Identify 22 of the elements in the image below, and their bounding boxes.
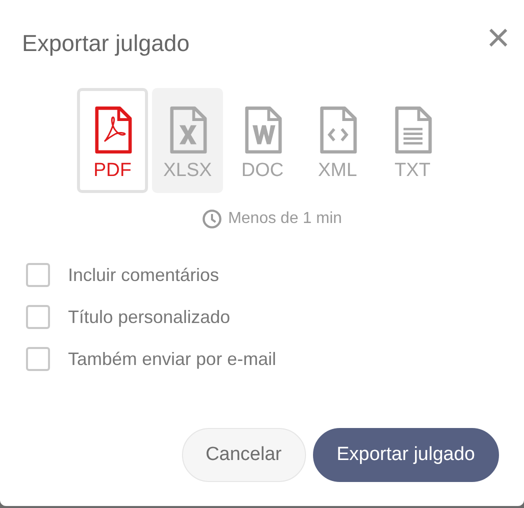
checkbox[interactable] (26, 305, 50, 329)
option-label: Incluir comentários (68, 264, 220, 286)
xlsx-file-icon (168, 106, 206, 154)
txt-file-icon (394, 106, 432, 154)
checkbox[interactable] (26, 263, 50, 287)
clock-icon (202, 209, 222, 229)
format-option[interactable]: XML (302, 88, 373, 193)
doc-file-icon (244, 106, 282, 154)
cancel-button[interactable]: Cancelar (182, 428, 306, 482)
dialog-title: Exportar julgado (22, 30, 190, 57)
pdf-file-icon (94, 106, 132, 154)
checkbox[interactable] (26, 347, 50, 371)
option-label: Também enviar por e-mail (68, 348, 276, 370)
xml-file-icon (318, 106, 356, 154)
format-option[interactable]: DOC (227, 88, 298, 193)
format-option[interactable]: XLSX (152, 88, 223, 193)
close-button[interactable]: × (486, 26, 510, 50)
format-option[interactable]: TXT (377, 88, 448, 193)
option-label: Título personalizado (68, 306, 230, 328)
export-button[interactable]: Exportar julgado (312, 428, 499, 482)
format-option[interactable]: PDF (77, 88, 148, 193)
time-estimate: Menos de 1 min (228, 210, 342, 228)
